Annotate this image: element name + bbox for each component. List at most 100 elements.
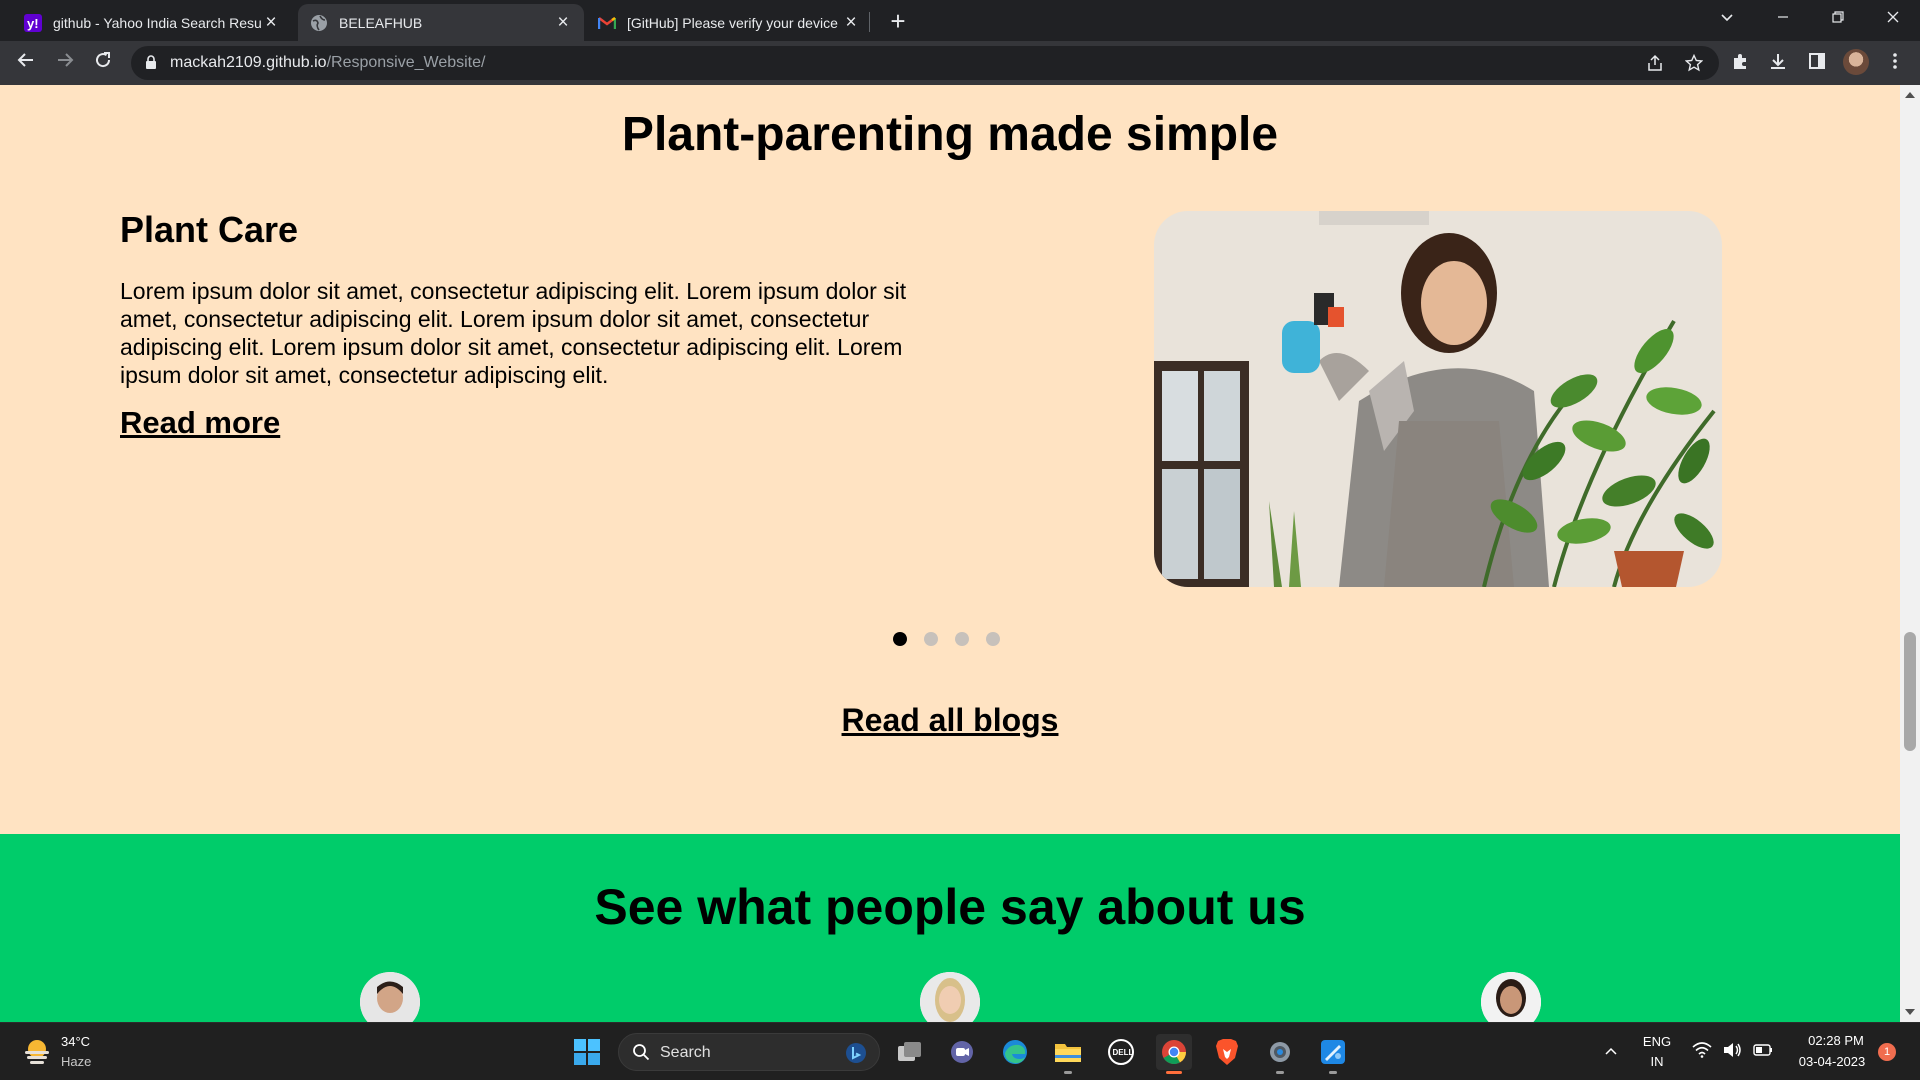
brave-lion-icon bbox=[1216, 1039, 1238, 1065]
globe-icon bbox=[310, 14, 328, 32]
yahoo-icon: y! bbox=[24, 13, 42, 32]
carousel-dot[interactable] bbox=[955, 632, 969, 646]
chrome-button[interactable] bbox=[1156, 1034, 1192, 1074]
search-icon bbox=[632, 1043, 650, 1066]
running-indicator bbox=[1276, 1071, 1284, 1074]
snipping-tool-icon bbox=[1321, 1040, 1345, 1064]
read-all-blogs: Read all blogs bbox=[0, 702, 1900, 739]
back-arrow-icon bbox=[17, 53, 33, 67]
tab-beleafhub[interactable]: BELEAFHUB × bbox=[298, 4, 584, 41]
carousel-dot[interactable] bbox=[893, 632, 907, 646]
taskbar-search[interactable]: Search bbox=[618, 1033, 880, 1071]
blog-card-text: Lorem ipsum dolor sit amet, consectetur … bbox=[120, 278, 907, 388]
close-icon bbox=[1887, 11, 1899, 23]
reload-icon bbox=[96, 52, 111, 68]
side-panel-icon[interactable] bbox=[1806, 52, 1828, 74]
tab-strip: y! github - Yahoo India Search Resu × BE… bbox=[0, 0, 1920, 41]
gear-icon bbox=[1270, 1042, 1290, 1062]
minimize-icon bbox=[1778, 16, 1788, 18]
windows-logo-icon bbox=[574, 1039, 600, 1065]
carousel-dot[interactable] bbox=[924, 632, 938, 646]
close-tab-icon[interactable]: × bbox=[262, 13, 280, 32]
brave-button[interactable] bbox=[1209, 1034, 1245, 1070]
lock-icon bbox=[145, 55, 157, 75]
restore-icon bbox=[1832, 11, 1844, 23]
more-menu-icon[interactable] bbox=[1884, 52, 1906, 74]
task-view-button[interactable] bbox=[892, 1034, 928, 1070]
dell-app-button[interactable]: DELL bbox=[1103, 1034, 1139, 1070]
edge-browser-button[interactable] bbox=[997, 1034, 1033, 1070]
edge-icon bbox=[1003, 1040, 1027, 1064]
running-indicator bbox=[1329, 1071, 1337, 1074]
close-tab-icon[interactable]: × bbox=[554, 13, 572, 32]
read-more-link[interactable]: Read more bbox=[120, 405, 280, 441]
read-all-blogs-link[interactable]: Read all blogs bbox=[842, 702, 1059, 738]
bing-icon[interactable] bbox=[845, 1042, 867, 1069]
weather-temperature: 34°C bbox=[61, 1034, 91, 1049]
notification-badge[interactable]: 1 bbox=[1878, 1043, 1896, 1061]
volume-icon[interactable] bbox=[1722, 1042, 1742, 1062]
scroll-up-arrow-icon[interactable] bbox=[1905, 92, 1915, 98]
battery-icon[interactable] bbox=[1753, 1042, 1773, 1062]
tab-github-verify[interactable]: [GitHub] Please verify your device × bbox=[586, 4, 872, 41]
testimonial-avatar bbox=[360, 972, 420, 1022]
minimize-button[interactable] bbox=[1760, 4, 1806, 34]
language-top[interactable]: ENG bbox=[1642, 1034, 1672, 1049]
clock-time[interactable]: 02:28 PM bbox=[1800, 1033, 1872, 1048]
blog-section-heading: Plant-parenting made simple bbox=[621, 108, 1279, 161]
browser-toolbar: mackah2109.github.io/Responsive_Website/ bbox=[0, 41, 1920, 85]
forward-button[interactable] bbox=[50, 48, 80, 78]
dell-logo-icon: DELL bbox=[1108, 1039, 1134, 1065]
teams-chat-button[interactable] bbox=[944, 1034, 980, 1070]
carousel-dots bbox=[893, 632, 1000, 646]
svg-text:y!: y! bbox=[27, 16, 39, 31]
snipping-tool-button[interactable] bbox=[1315, 1034, 1351, 1074]
testimonial-avatar bbox=[920, 972, 980, 1022]
show-hidden-icons-chevron-icon[interactable] bbox=[1601, 1042, 1621, 1062]
address-bar[interactable]: mackah2109.github.io/Responsive_Website/ bbox=[131, 46, 1719, 80]
running-indicator bbox=[1166, 1071, 1182, 1074]
weather-haze-icon[interactable] bbox=[22, 1037, 52, 1067]
running-indicator bbox=[1064, 1071, 1072, 1074]
testimonial-avatar bbox=[1481, 972, 1541, 1022]
reload-button[interactable] bbox=[88, 48, 118, 78]
file-explorer-button[interactable] bbox=[1050, 1034, 1086, 1074]
plant-care-image bbox=[1154, 211, 1722, 587]
tab-search-button[interactable] bbox=[1704, 4, 1750, 34]
folder-icon bbox=[1055, 1044, 1081, 1062]
clock-date[interactable]: 03-04-2023 bbox=[1792, 1054, 1872, 1069]
testimonials-section: See what people say about us bbox=[0, 834, 1900, 1022]
profile-avatar[interactable] bbox=[1843, 49, 1869, 75]
share-icon[interactable] bbox=[1645, 54, 1665, 74]
extensions-puzzle-icon[interactable] bbox=[1729, 52, 1751, 74]
forward-arrow-icon bbox=[58, 53, 74, 67]
start-button[interactable] bbox=[569, 1034, 605, 1070]
weather-description: Haze bbox=[61, 1054, 92, 1069]
tab-separator bbox=[869, 12, 870, 32]
chrome-icon bbox=[1162, 1040, 1186, 1065]
scrollbar-thumb[interactable] bbox=[1904, 632, 1916, 751]
language-bottom[interactable]: IN bbox=[1642, 1054, 1672, 1069]
carousel-dot[interactable] bbox=[986, 632, 1000, 646]
url-text: mackah2109.github.io/Responsive_Website/ bbox=[170, 54, 485, 72]
close-window-button[interactable] bbox=[1870, 4, 1916, 34]
windows-taskbar: 34°C Haze Search DELL ENG IN 02:28 PM 03… bbox=[0, 1022, 1920, 1080]
restore-button[interactable] bbox=[1815, 4, 1861, 34]
back-button[interactable] bbox=[11, 48, 41, 78]
gmail-icon bbox=[598, 14, 616, 32]
scroll-down-arrow-icon[interactable] bbox=[1905, 1009, 1915, 1015]
wifi-icon[interactable] bbox=[1692, 1042, 1712, 1062]
blog-card-title: Plant Care bbox=[120, 209, 299, 250]
tab-title: [GitHub] Please verify your device bbox=[627, 14, 838, 31]
tab-yahoo-search[interactable]: y! github - Yahoo India Search Resu × bbox=[12, 4, 292, 41]
bookmark-star-icon[interactable] bbox=[1684, 53, 1704, 74]
close-tab-icon[interactable]: × bbox=[842, 13, 860, 32]
task-view-icon bbox=[898, 1042, 921, 1061]
url-host: mackah2109.github.io bbox=[170, 54, 327, 71]
page-scrollbar[interactable] bbox=[1900, 85, 1920, 1022]
url-path: /Responsive_Website/ bbox=[326, 54, 486, 71]
download-icon[interactable] bbox=[1767, 52, 1789, 74]
settings-button[interactable] bbox=[1262, 1034, 1298, 1074]
tab-title: BELEAFHUB bbox=[339, 14, 423, 31]
new-tab-button[interactable]: + bbox=[884, 8, 912, 36]
